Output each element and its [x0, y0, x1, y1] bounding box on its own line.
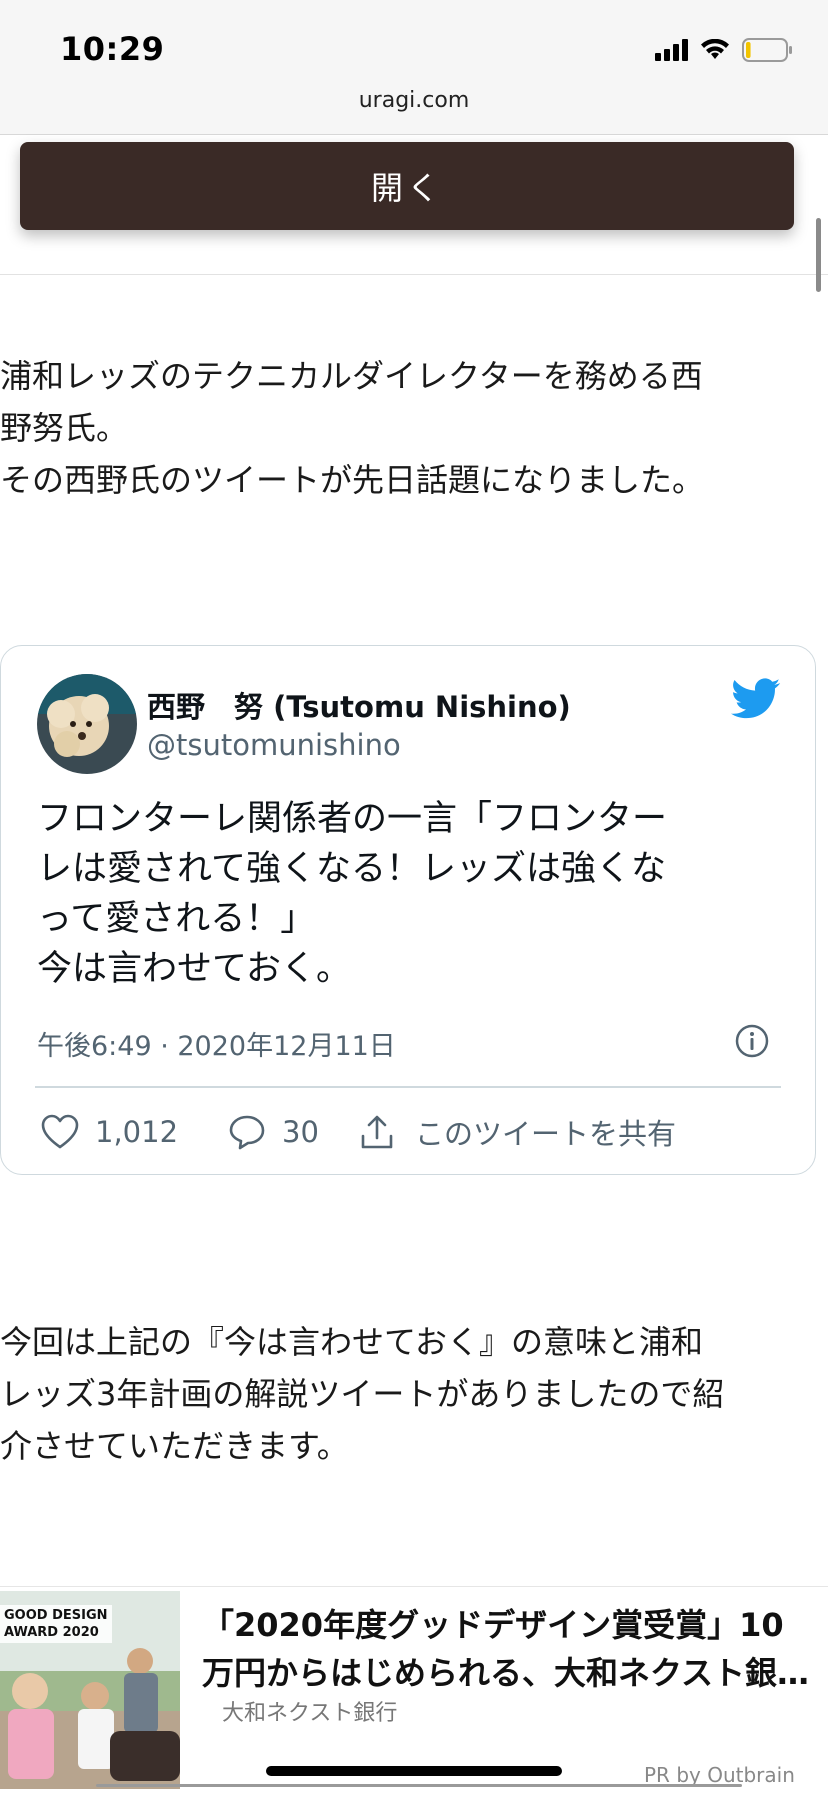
- ad-badge: GOOD DESIGN AWARD 2020: [0, 1605, 112, 1643]
- ad-title[interactable]: 「2020年度グッドデザイン賞受賞」10 万円からはじめられる、大和ネクスト銀…: [202, 1601, 828, 1697]
- intro-line: 野努氏。: [0, 409, 129, 447]
- intro-line: その西野氏のツイートが先日話題になりました。: [0, 461, 705, 499]
- tweet-line: フロンターレ関係者の一言「フロンター: [37, 799, 668, 839]
- share-label: このツイートを共有: [414, 1117, 676, 1151]
- sponsored-ad[interactable]: GOOD DESIGN AWARD 2020 「2020年度グッドデザイン賞受賞…: [0, 1586, 828, 1793]
- embedded-tweet[interactable]: 西野 努 (Tsutomu Nishino) @tsutomunishino フ…: [0, 645, 816, 1175]
- reply-action[interactable]: 30: [228, 1114, 319, 1150]
- status-time: 10:29: [60, 30, 165, 68]
- ad-badge-line: GOOD DESIGN: [4, 1608, 108, 1623]
- wifi-icon: [701, 39, 729, 59]
- ad-source: 大和ネクスト銀行: [222, 1701, 398, 1726]
- reply-bubble-icon: [229, 1115, 265, 1150]
- status-icons: [655, 36, 794, 64]
- tweet-author-handle[interactable]: @tsutomunishino: [147, 728, 401, 762]
- twitter-bird-icon[interactable]: [731, 678, 781, 720]
- tweet-separator: [35, 1086, 781, 1088]
- tweet-actions: 1,012 30 このツイートを共有: [41, 1112, 676, 1152]
- ad-title-line: 万円からはじめられる、大和ネクスト銀…: [202, 1654, 810, 1692]
- tweet-author-name[interactable]: 西野 努 (Tsutomu Nishino): [147, 684, 571, 726]
- share-icon: [361, 1115, 393, 1149]
- like-action[interactable]: 1,012: [41, 1114, 178, 1150]
- open-button[interactable]: 開く: [20, 142, 794, 230]
- avatar[interactable]: [37, 674, 137, 774]
- intro-line: 浦和レッズのテクニカルダイレクターを務める西: [0, 357, 703, 395]
- divider: [0, 274, 828, 275]
- intro-paragraph: 浦和レッズのテクニカルダイレクターを務める西 野努氏。 その西野氏のツイートが先…: [0, 350, 828, 506]
- like-count: 1,012: [95, 1115, 179, 1149]
- tweet-line: 今は言わせておく。: [37, 949, 351, 989]
- tweet-timestamp[interactable]: 午後6:49 · 2020年12月11日: [37, 1024, 396, 1063]
- cellular-signal-icon: [655, 39, 688, 61]
- tweet-line: レは愛されて強くなる！レッズは強くな: [37, 849, 666, 889]
- ad-title-line: 「2020年度グッドデザイン賞受賞」10: [202, 1606, 784, 1644]
- outro-line: レッズ3年計画の解説ツイートがありましたので紹: [0, 1375, 725, 1413]
- ad-thumbnail[interactable]: GOOD DESIGN AWARD 2020: [0, 1591, 180, 1789]
- outro-paragraph: 今回は上記の『今は言わせておく』の意味と浦和 レッズ3年計画の解説ツイートがあり…: [0, 1316, 828, 1472]
- info-icon[interactable]: [735, 1024, 769, 1058]
- heart-icon: [41, 1114, 79, 1149]
- tweet-line: って愛される！」: [37, 899, 316, 939]
- tweet-text: フロンターレ関係者の一言「フロンター レは愛されて強くなる！レッズは強くな って…: [37, 794, 777, 994]
- bottom-scroll-indicator: [96, 1784, 742, 1787]
- outro-line: 介させていただきます。: [0, 1427, 349, 1465]
- url-bar[interactable]: uragi.com: [0, 88, 828, 113]
- outro-line: 今回は上記の『今は言わせておく』の意味と浦和: [0, 1323, 704, 1361]
- scrollbar[interactable]: [816, 218, 821, 292]
- share-action[interactable]: このツイートを共有: [359, 1111, 676, 1153]
- browser-top-bar: 10:29 uragi.com: [0, 0, 828, 135]
- home-indicator[interactable]: [266, 1766, 562, 1776]
- ad-badge-line: AWARD 2020: [4, 1625, 99, 1640]
- reply-count: 30: [282, 1115, 319, 1149]
- battery-icon: [742, 38, 792, 62]
